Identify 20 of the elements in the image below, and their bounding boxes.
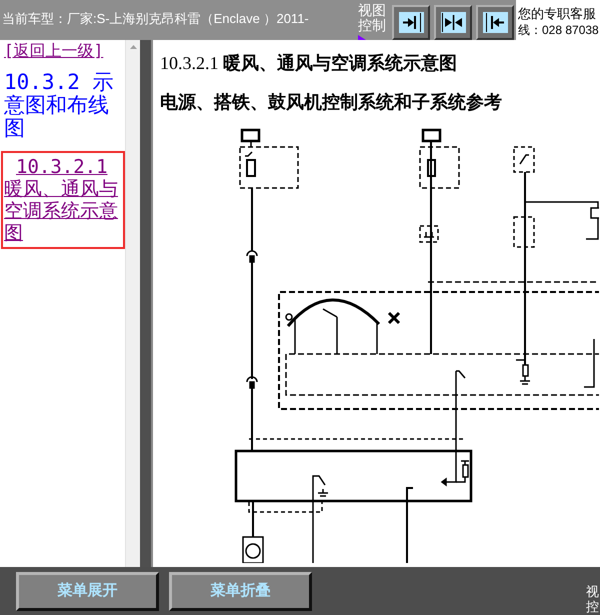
expand-right-button[interactable] [392,5,430,40]
scrollbar[interactable] [125,40,140,567]
expand-left-button[interactable] [476,5,514,40]
triangle-icon [358,35,366,40]
view-control-label: 视 [586,584,599,599]
arrow-to-bar-right-icon [398,12,424,33]
support-text: 线：028 87038 [518,22,600,38]
view-control-label: 控 [586,599,599,614]
vehicle-model-label: 当前车型：厂家:S-上海别克昂科雷（Enclave ）2011- [2,11,309,26]
section-subtitle: 电源、搭铁、鼓风机控制系统和子系统参考 [160,92,503,112]
arrows-inward-icon [440,12,466,33]
back-link[interactable]: [返回上一级] [4,42,104,60]
arrow-to-bar-left-icon [482,12,508,33]
split-view-button[interactable] [434,5,472,40]
view-control-label: 视图控制 [358,3,387,33]
sidebar-link[interactable]: 10.3.2 示意图和布线图 [1,69,125,142]
sidebar-link[interactable]: 10.3.2.1 暖风、通风与空调系统示意图 [1,151,125,249]
support-text: 您的专职客服 [518,6,597,22]
section-title: 10.3.2.1 暖风、通风与空调系统示意图 [160,53,458,73]
scroll-up-arrow-icon [130,45,136,49]
